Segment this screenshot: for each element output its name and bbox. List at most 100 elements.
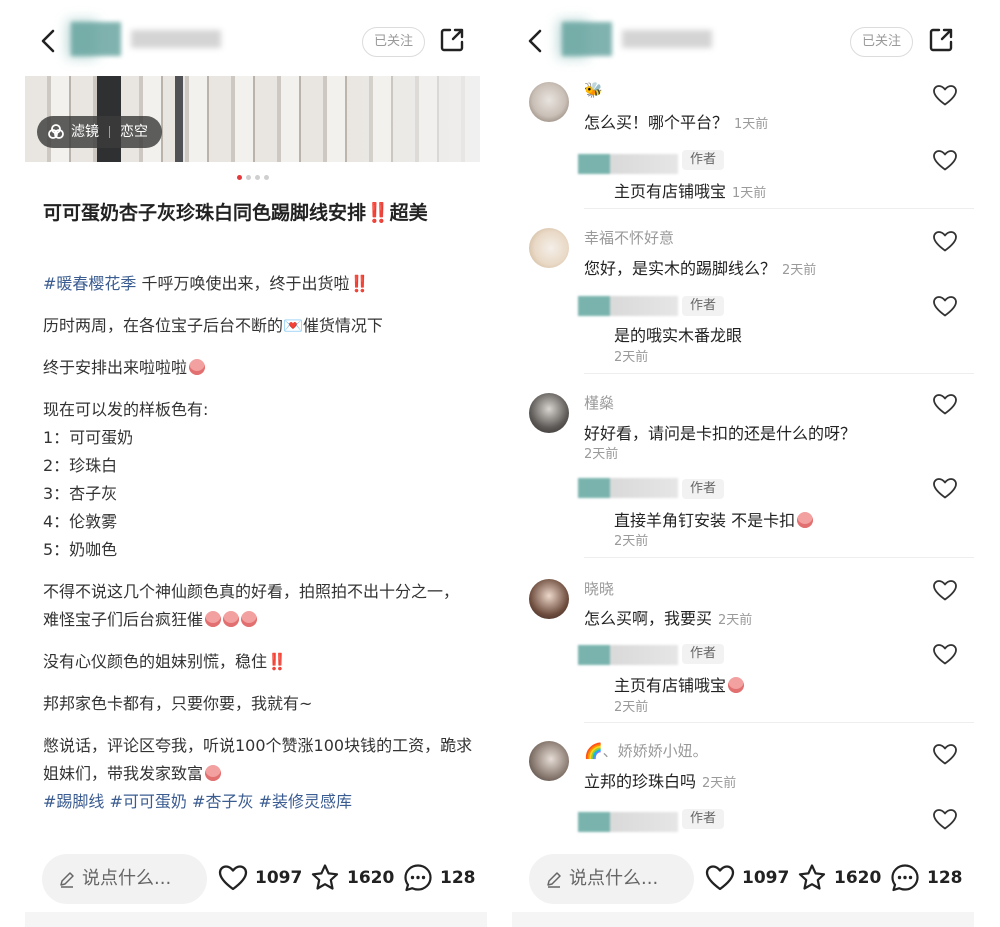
comment-like-icon[interactable] xyxy=(932,83,958,107)
paragraph-text: 千呼万唤使出来，终于出货啦‼️ xyxy=(136,274,370,293)
author-badge: 作者 xyxy=(682,296,725,316)
reply-time: 2天前 xyxy=(614,534,649,549)
commenter-avatar[interactable] xyxy=(529,741,569,781)
reply-author-blurred[interactable] xyxy=(578,296,678,316)
reply-text: 主页有店铺哦宝 xyxy=(614,672,745,696)
reply-author-blurred[interactable] xyxy=(578,154,678,174)
post-paragraph: 不得不说这几个神仙颜色真的好看，拍照拍不出十分之一，难怪宝子们后台疯狂催 xyxy=(43,578,473,634)
share-icon[interactable] xyxy=(438,26,466,54)
collect-button[interactable]: 1620 xyxy=(796,860,881,896)
carousel-dot xyxy=(246,175,251,180)
heart-icon xyxy=(218,865,248,891)
reply-text: 主页有店铺哦宝 1天前 xyxy=(614,178,766,202)
peach-emoji-icon xyxy=(223,611,240,627)
comment-text: 怎么买！哪个平台？ 1天前 xyxy=(584,109,768,133)
filter-label: 滤镜 xyxy=(71,124,99,140)
commenter-name[interactable]: 槿燊 xyxy=(584,392,614,413)
author-avatar[interactable] xyxy=(71,22,121,56)
back-arrow-icon[interactable] xyxy=(33,24,63,58)
collect-count: 1620 xyxy=(347,868,395,888)
reply-author-blurred[interactable] xyxy=(578,645,678,665)
commenter-avatar[interactable] xyxy=(529,228,569,268)
comment-button[interactable]: 128 xyxy=(889,860,963,896)
star-icon xyxy=(798,864,826,890)
comment-button[interactable]: 128 xyxy=(402,860,476,896)
comment-time: 2天前 xyxy=(782,263,817,278)
comment-time: 2天前 xyxy=(718,613,753,628)
peach-emoji-icon xyxy=(797,512,814,528)
commenter-avatar[interactable] xyxy=(529,579,569,619)
follow-button[interactable]: 已关注 xyxy=(850,27,913,57)
filter-badge[interactable]: 滤镜 恋空 xyxy=(37,116,162,148)
comment-bubble-icon xyxy=(891,864,919,892)
commenter-name[interactable]: 🐝 xyxy=(584,81,603,99)
reply-time: 2天前 xyxy=(614,700,649,715)
hashtag-link[interactable]: #踢脚线 xyxy=(43,792,104,811)
color-list-item: 2：珍珠白 xyxy=(43,456,118,475)
peach-emoji-icon xyxy=(728,677,745,693)
comment-input[interactable]: 说点什么... xyxy=(42,854,207,904)
post-title: 可可蛋奶杏子灰珍珠白同色踢脚线安排‼️超美 xyxy=(43,202,428,224)
color-list-item: 4：伦敦雾 xyxy=(43,512,118,531)
carousel-dot xyxy=(255,175,260,180)
reply-like-icon[interactable] xyxy=(932,807,958,831)
comment-body: 怎么买啊，我要买 xyxy=(584,609,713,628)
post-paragraph: 终于安排出来啦啦啦 xyxy=(43,354,473,382)
comment-like-icon[interactable] xyxy=(932,392,958,416)
reply-like-icon[interactable] xyxy=(932,642,958,666)
share-icon[interactable] xyxy=(927,26,955,54)
post-body: #暖春樱花季 千呼万唤使出来，终于出货啦‼️ 历时两周，在各位宝子后台不断的💌催… xyxy=(43,270,473,816)
like-count: 1097 xyxy=(742,868,790,888)
reply-like-icon[interactable] xyxy=(932,476,958,500)
reply-body: 主页有店铺哦宝 xyxy=(614,676,727,695)
commenter-avatar[interactable] xyxy=(529,82,569,122)
back-arrow-icon[interactable] xyxy=(520,24,550,58)
comment-divider xyxy=(584,557,974,558)
reply-like-icon[interactable] xyxy=(932,294,958,318)
comment-count: 128 xyxy=(440,868,476,888)
collect-button[interactable]: 1620 xyxy=(309,860,394,896)
comment-body: 立邦的珍珠白吗 xyxy=(584,772,697,791)
hashtag-link[interactable]: #可可蛋奶 xyxy=(110,792,187,811)
author-avatar[interactable] xyxy=(562,22,612,56)
comment-like-icon[interactable] xyxy=(932,578,958,602)
like-count: 1097 xyxy=(255,868,303,888)
follow-button[interactable]: 已关注 xyxy=(362,27,425,57)
reply-body: 主页有店铺哦宝 xyxy=(614,182,727,201)
hashtag-link[interactable]: #杏子灰 xyxy=(192,792,253,811)
author-badge: 作者 xyxy=(682,809,725,829)
commenter-name[interactable]: 晓晓 xyxy=(584,578,614,599)
reply-like-icon[interactable] xyxy=(932,148,958,172)
peach-emoji-icon xyxy=(189,359,206,375)
collect-count: 1620 xyxy=(834,868,882,888)
comment-like-icon[interactable] xyxy=(932,229,958,253)
author-name-blurred[interactable] xyxy=(131,30,221,48)
color-list-item: 3：杏子灰 xyxy=(43,484,118,503)
reply-time: 1天前 xyxy=(732,186,767,201)
post-paragraph: 憋说话，评论区夸我，听说100个赞涨100块钱的工资，跪求姐妹们，带我发家致富 xyxy=(43,732,473,788)
image-detail xyxy=(175,76,183,162)
heart-icon xyxy=(705,865,735,891)
post-header: 已关注 xyxy=(25,0,487,75)
comment-bubble-icon xyxy=(404,864,432,892)
post-paragraph: #暖春樱花季 千呼万唤使出来，终于出货啦‼️ xyxy=(43,270,473,298)
reply-author-blurred[interactable] xyxy=(578,812,678,832)
paragraph-text: 憋说话，评论区夸我，听说100个赞涨100块钱的工资，跪求姐妹们，带我发家致富 xyxy=(43,736,473,783)
commenter-name[interactable]: 🌈、娇娇娇小妞。 xyxy=(584,740,708,761)
hashtag-link[interactable]: #装修灵感库 xyxy=(259,792,352,811)
author-name-blurred[interactable] xyxy=(622,30,712,48)
reply-text: 是的哦实木番龙眼 xyxy=(614,322,742,346)
comment-input-placeholder: 说点什么... xyxy=(569,868,659,889)
hashtag-link[interactable]: #暖春樱花季 xyxy=(43,274,136,293)
comment-input[interactable]: 说点什么... xyxy=(529,854,694,904)
author-badge: 作者 xyxy=(682,644,725,664)
commenter-avatar[interactable] xyxy=(529,393,569,433)
bottom-action-bar: 说点什么... 1097 1620 128 xyxy=(25,850,487,910)
reply-body: 直接羊角钉安装 不是卡扣 xyxy=(614,511,796,530)
comment-like-icon[interactable] xyxy=(932,742,958,766)
commenter-name[interactable]: 幸福不怀好意 xyxy=(584,227,674,248)
like-button[interactable]: 1097 xyxy=(704,860,789,896)
comment-count: 128 xyxy=(927,868,963,888)
like-button[interactable]: 1097 xyxy=(217,860,302,896)
reply-author-blurred[interactable] xyxy=(578,478,678,498)
